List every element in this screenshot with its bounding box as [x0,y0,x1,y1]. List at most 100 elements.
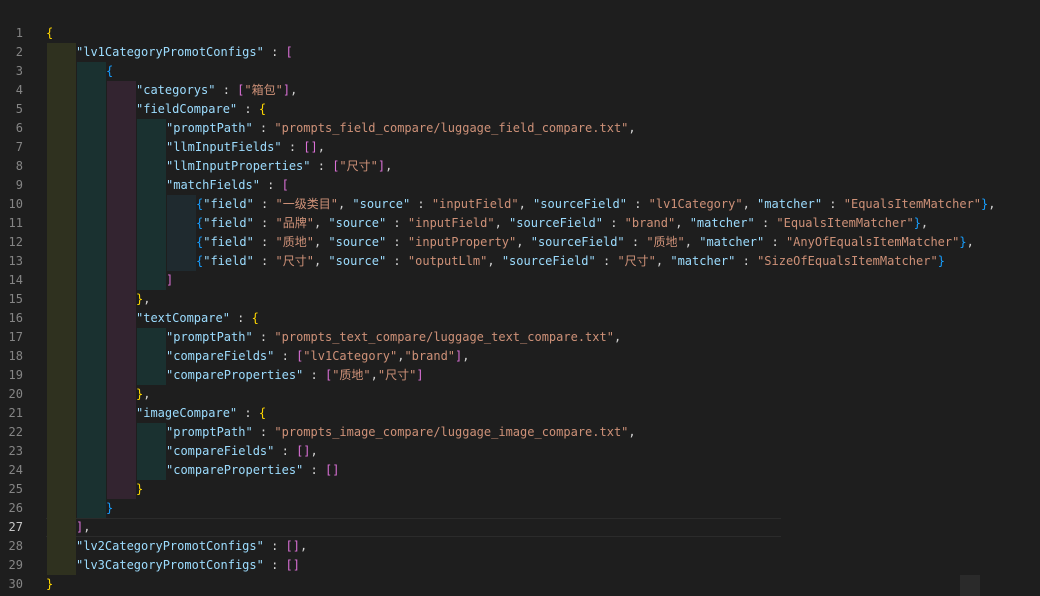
json-key: "sourceField" [501,254,596,268]
json-key: "field" [203,197,254,211]
json-key: "matcher" [670,254,736,268]
json-string: "EqualsItemMatcher" [776,216,914,230]
root-open-brace: { [46,26,54,40]
json-key: "sourceField" [509,216,603,230]
json-punct: : [410,197,432,211]
indent-guide [107,423,136,442]
indent-guide [47,252,76,271]
json-punct: : [602,216,625,230]
json-string: "质地" [275,235,314,249]
json-punct: , [494,216,510,230]
json-string: "prompts_image_compare/luggage_image_com… [274,425,629,439]
line-number: 5 [15,102,23,116]
code-line[interactable]: "compareProperties" : [] [46,461,1040,480]
json-punct: , [966,235,974,249]
indent-guide [47,214,76,233]
line-number: 11 [8,216,23,230]
indent-guide [77,195,106,214]
json-punct: : [274,349,297,363]
line-number: 20 [8,387,23,401]
code-line[interactable]: "categorys" : ["箱包"], [46,81,1040,100]
code-line[interactable]: "promptPath" : "prompts_text_compare/lug… [46,328,1040,347]
indent-guide [137,195,166,214]
code-editor[interactable]: 1 2 3 4 5 6 7 8 9 10 11 12 13 14 15 16 1… [0,0,1040,596]
indent-guide [77,81,106,100]
code-line[interactable]: }, [46,385,1040,404]
indent-guide [77,309,106,328]
line-number: 7 [15,140,23,154]
code-line[interactable]: "lv3CategoryPromotConfigs" : [] [46,556,1040,575]
line-number: 10 [8,197,23,211]
json-string: "一级类目" [275,197,338,211]
json-key: "compareFields" [166,444,275,458]
code-line[interactable]: "compareProperties" : ["质地","尺寸"] [46,366,1040,385]
code-line[interactable]: "promptPath" : "prompts_field_compare/lu… [46,119,1040,138]
line-number: 13 [8,254,23,268]
code-line[interactable]: "compareFields" : ["lv1Category","brand"… [46,347,1040,366]
indent-guide [47,100,76,119]
code-line[interactable]: "compareFields" : [], [46,442,1040,461]
code-line[interactable]: } [46,480,1040,499]
code-line[interactable]: } [46,575,1040,594]
json-key: "llmInputProperties" [166,159,311,173]
indent-guide [107,100,136,119]
json-bracket: { [106,64,114,78]
json-punct: , [655,254,671,268]
code-line[interactable]: }, [46,290,1040,309]
code-line[interactable]: {"field" : "一级类目", "source" : "inputFiel… [46,195,1040,214]
code-line[interactable]: { [46,62,1040,81]
indent-guide [107,442,136,461]
line-number-gutter: 1 2 3 4 5 6 7 8 9 10 11 12 13 14 15 16 1… [0,24,34,594]
code-line[interactable]: "llmInputFields" : [], [46,138,1040,157]
code-line[interactable]: {"field" : "质地", "source" : "inputProper… [46,233,1040,252]
indent-guide [47,442,76,461]
line-number: 23 [8,444,23,458]
json-bracket: ] [416,368,424,382]
json-punct: , [143,387,151,401]
code-area[interactable]: { "lv1CategoryPromotConfigs" : [ { "cate… [46,24,1040,594]
code-line[interactable]: } [46,499,1040,518]
indent-guide [107,157,136,176]
code-line[interactable]: "matchFields" : [ [46,176,1040,195]
indent-guide [47,461,76,480]
code-line[interactable]: {"field" : "品牌", "source" : "inputField"… [46,214,1040,233]
code-line[interactable]: "llmInputProperties" : ["尺寸"], [46,157,1040,176]
json-punct: : [263,539,286,553]
json-bracket: { [258,102,267,116]
code-line[interactable]: "imageCompare" : { [46,404,1040,423]
line-number: 21 [8,406,23,420]
json-punct: , [385,159,393,173]
json-bracket: [ [285,45,293,59]
current-code-line[interactable]: ], [46,518,1040,537]
indent-guide [77,385,106,404]
indent-guide [107,119,136,138]
code-line[interactable]: "textCompare" : { [46,309,1040,328]
code-line[interactable]: "lv1CategoryPromotConfigs" : [ [46,43,1040,62]
code-line[interactable]: "promptPath" : "prompts_image_compare/lu… [46,423,1040,442]
indent-guide [77,157,106,176]
json-key: "matcher" [689,216,755,230]
indent-guide [137,214,166,233]
json-string: "prompts_field_compare/luggage_field_com… [274,121,629,135]
indent-guide [47,309,76,328]
line-number: 16 [8,311,23,325]
code-line[interactable]: {"field" : "尺寸", "source" : "outputLlm",… [46,252,1040,271]
code-line[interactable]: ] [46,271,1040,290]
indent-guide [77,347,106,366]
indent-guide [47,328,76,347]
json-punct: : [303,463,325,477]
indent-guide [137,119,166,138]
indent-guide [107,461,136,480]
active-line-number: 27 [8,520,23,534]
json-bracket: } [136,482,144,496]
json-bracket: ] [303,444,311,458]
json-key: "field" [203,254,254,268]
code-line[interactable]: { [46,24,1040,43]
json-punct: : [386,254,408,268]
code-line[interactable]: "fieldCompare" : { [46,100,1040,119]
scroll-indicator[interactable] [960,575,980,596]
code-line[interactable]: "lv2CategoryPromotConfigs" : [], [46,537,1040,556]
json-bracket: [ [285,539,293,553]
json-punct: , [83,520,91,534]
json-key: "promptPath" [166,330,253,344]
